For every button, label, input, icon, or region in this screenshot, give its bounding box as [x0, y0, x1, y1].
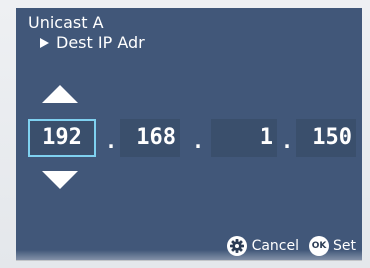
- increment-triangle-up-icon[interactable]: [42, 85, 78, 103]
- breadcrumb: Dest IP Adr: [40, 34, 145, 52]
- ok-icon[interactable]: OK: [309, 236, 329, 256]
- set-button[interactable]: Set: [333, 238, 356, 254]
- softkey-bar: Cancel OK Set: [226, 234, 356, 258]
- decrement-triangle-down-icon[interactable]: [42, 171, 78, 189]
- ip-octet-4-field[interactable]: 150: [296, 119, 356, 157]
- breadcrumb-label: Dest IP Adr: [56, 33, 145, 52]
- ip-octet-3-field[interactable]: 1: [211, 119, 277, 157]
- ip-octet-1-field[interactable]: 192: [28, 119, 96, 157]
- page-title: Unicast A: [28, 13, 104, 32]
- play-arrow-icon: [40, 38, 49, 48]
- ip-separator-3: .: [281, 129, 294, 153]
- ip-octet-2-field[interactable]: 168: [120, 119, 180, 157]
- ip-separator-2: .: [192, 129, 205, 153]
- screen-frame: Unicast A Dest IP Adr 192 . 168 . 1 . 15…: [0, 0, 370, 268]
- ip-separator-1: .: [105, 129, 118, 153]
- ip-editor-panel: Unicast A Dest IP Adr 192 . 168 . 1 . 15…: [16, 8, 362, 260]
- cancel-button[interactable]: Cancel: [252, 238, 299, 254]
- gear-icon[interactable]: [226, 236, 247, 256]
